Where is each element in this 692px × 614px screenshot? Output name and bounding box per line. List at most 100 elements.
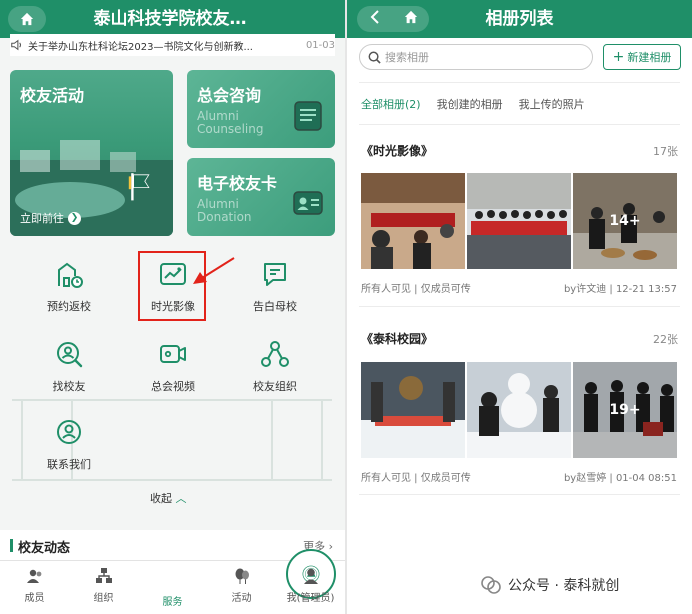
find-alumni-label: 找校友: [52, 380, 86, 393]
bottom-tab-bar: 成员 组织 服务 活动 我(管理员): [0, 549, 345, 614]
alumni-org-label: 校友组织: [253, 380, 297, 393]
home-button[interactable]: [8, 6, 46, 32]
go-now-link[interactable]: 立即前往 ❯: [20, 210, 81, 226]
wechat-watermark: 公众号 · 泰科就创: [480, 574, 619, 596]
tab-activity-label: 活动: [231, 593, 252, 604]
tab-activity[interactable]: 活动: [207, 567, 276, 604]
divider: [359, 82, 680, 83]
album-search-box[interactable]: [359, 44, 593, 70]
organization-icon: [261, 341, 289, 367]
album-meta: 所有人可见 | 仅成员可传 by赵雪婷 | 01-04 08:51: [361, 469, 677, 484]
building-clock-icon: [58, 262, 83, 288]
search-icon: [368, 51, 381, 64]
reserve-return-item[interactable]: 预约返校: [34, 256, 104, 318]
find-alumni-item[interactable]: 找校友: [34, 336, 104, 398]
more-photos-count[interactable]: 14+: [573, 173, 677, 269]
headset-icon: [57, 420, 81, 444]
alumni-counseling-card[interactable]: 总会咨询 Alumni Counseling: [187, 70, 335, 148]
album-visibility: 所有人可见 | 仅成员可传: [361, 284, 471, 295]
tab-me-admin[interactable]: 我(管理员): [276, 567, 345, 604]
tab-organization-label: 组织: [93, 593, 114, 604]
more-photos-count[interactable]: 19+: [573, 362, 677, 458]
counseling-title: 总会咨询: [197, 86, 262, 105]
reserve-return-label: 预约返校: [47, 300, 91, 313]
collapse-toggle[interactable]: 收起 ︿: [150, 490, 187, 506]
speaker-icon: [11, 39, 22, 51]
home-icon: [20, 12, 34, 26]
album-list-title: 相册列表: [485, 9, 554, 29]
collapse-label: 收起: [150, 492, 172, 505]
chevron-up-icon: ︿: [175, 492, 187, 505]
tab-me-label: 我(管理员): [286, 593, 335, 604]
new-album-label: 新建相册: [627, 51, 672, 64]
tab-members[interactable]: 成员: [0, 567, 69, 604]
album-photos[interactable]: 19+: [361, 362, 677, 458]
search-person-icon: [57, 342, 83, 368]
album-photo[interactable]: [361, 173, 465, 269]
left-header: 泰山科技学院校友…: [0, 0, 345, 38]
alumni-org-item[interactable]: 校友组织: [240, 336, 310, 398]
tab-organization[interactable]: 组织: [69, 567, 138, 604]
album-photo[interactable]: [467, 173, 571, 269]
contact-us-label: 联系我们: [47, 458, 91, 471]
arrow-right-icon: ❯: [68, 211, 81, 225]
album-photos[interactable]: 14+: [361, 173, 677, 269]
news-date: 01-03: [305, 39, 335, 51]
album-count: 17张: [653, 145, 678, 158]
tab-all-albums[interactable]: 全部相册(2): [361, 96, 421, 112]
tab-my-created[interactable]: 我创建的相册: [437, 96, 503, 112]
feed-title: 校友动态: [18, 541, 71, 556]
album-photo[interactable]: 14+: [573, 173, 677, 269]
tab-my-uploads[interactable]: 我上传的照片: [519, 96, 585, 112]
association-video-label: 总会视频: [151, 380, 195, 393]
plus-icon: +: [612, 49, 625, 65]
album-search-input[interactable]: [385, 50, 585, 64]
new-album-button[interactable]: + 新建相册: [603, 44, 681, 70]
wechat-icon: [481, 576, 501, 594]
news-text: 关于举办山东杜科论坛2023—书院文化与创新教...: [28, 41, 253, 53]
album-filter-tabs: 全部相册(2) 我创建的相册 我上传的照片: [361, 96, 601, 112]
album-count: 22张: [653, 333, 678, 346]
album-photo[interactable]: [467, 362, 571, 458]
right-header: 相册列表: [347, 0, 692, 38]
e-alumni-card[interactable]: 电子校友卡 Alumni Donation: [187, 158, 335, 236]
confess-school-item[interactable]: 告白母校: [240, 256, 310, 318]
right-phone-screen: 相册列表 + 新建相册 全部相册(2) 我创建的相册 我上传的照片 《时光影像》…: [347, 0, 692, 614]
user-icon: [303, 568, 318, 584]
contact-us-item[interactable]: 联系我们: [34, 414, 104, 476]
album-title[interactable]: 《时光影像》: [361, 142, 433, 159]
album-author-date: by许文迪 | 12-21 13:57: [563, 284, 677, 295]
album-visibility: 所有人可见 | 仅成员可传: [361, 473, 471, 484]
flag-icon: [128, 173, 150, 201]
members-icon: [26, 569, 41, 583]
divider: [359, 494, 680, 495]
org-chart-icon: [95, 568, 112, 583]
album-title[interactable]: 《泰科校园》: [361, 330, 433, 347]
annotation-arrow: [193, 257, 235, 284]
album-photo[interactable]: 19+: [573, 362, 677, 458]
left-phone-screen: 泰山科技学院校友… 关于举办山东杜科论坛2023—书院文化与创新教... 01-…: [0, 0, 345, 614]
page-title: 泰山科技学院校友…: [93, 9, 247, 29]
divider: [359, 124, 680, 125]
section-accent: [10, 539, 13, 552]
divider: [359, 306, 680, 307]
chevron-right-icon: ›: [328, 540, 333, 553]
album-meta: 所有人可见 | 仅成员可传 by许文迪 | 12-21 13:57: [361, 280, 677, 295]
tab-service-label: 服务: [162, 597, 183, 608]
tab-service[interactable]: 服务: [138, 549, 336, 608]
balloon-icon: [235, 568, 249, 584]
tab-members-label: 成员: [24, 593, 45, 604]
message-edit-icon: [264, 263, 286, 286]
id-card-icon: [293, 191, 323, 215]
album-author-date: by赵雪婷 | 01-04 08:51: [563, 473, 677, 484]
confess-school-label: 告白母校: [253, 300, 297, 313]
video-icon: [160, 345, 186, 363]
association-video-item[interactable]: 总会视频: [138, 336, 208, 398]
counseling-subtitle: Alumni Counseling: [197, 109, 264, 136]
album-photo[interactable]: [361, 362, 465, 458]
news-ticker[interactable]: 关于举办山东杜科论坛2023—书院文化与创新教... 01-03: [10, 34, 335, 56]
alumni-activity-card[interactable]: 校友活动 立即前往 ❯: [10, 70, 173, 236]
watermark-text: 公众号 · 泰科就创: [508, 578, 620, 594]
e-card-title: 电子校友卡: [197, 174, 278, 193]
alumni-activity-title: 校友活动: [20, 86, 85, 105]
